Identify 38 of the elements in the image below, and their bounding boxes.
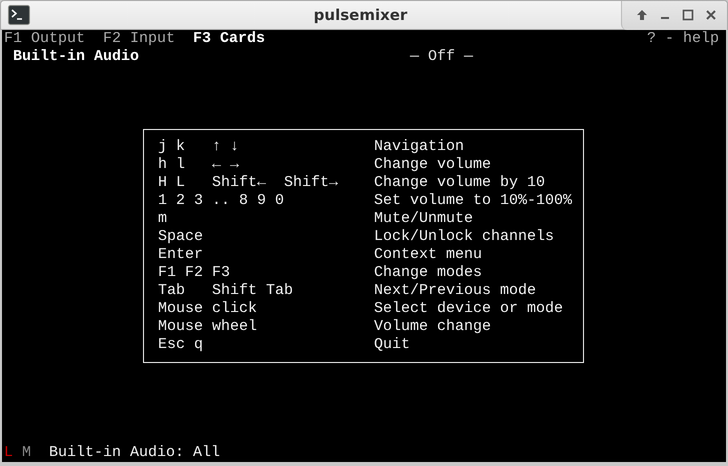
key-binding: Mouse click bbox=[158, 300, 258, 318]
window-title: pulsemixer bbox=[312, 6, 408, 24]
key-action: Lock/Unlock channels bbox=[374, 228, 556, 246]
key-action: Set volume to 10%-100% bbox=[374, 192, 572, 210]
maximize-icon[interactable] bbox=[682, 9, 694, 21]
key-binding: F1 F2 F3 bbox=[158, 264, 232, 282]
mode-tab[interactable]: F1 Output bbox=[4, 30, 86, 48]
key-binding: 1 2 3 .. 8 9 0 bbox=[158, 192, 286, 210]
key-action: Navigation bbox=[374, 138, 466, 156]
card-name[interactable]: Built-in Audio bbox=[4, 48, 140, 66]
key-binding: m bbox=[158, 210, 168, 228]
key-binding: Enter bbox=[158, 246, 204, 264]
card-profile: — Off — bbox=[410, 48, 474, 66]
key-binding: h l ← → bbox=[158, 156, 240, 174]
key-action: Volume change bbox=[374, 318, 492, 336]
key-action: Context menu bbox=[374, 246, 484, 264]
key-action: Select device or mode bbox=[374, 300, 564, 318]
key-binding: H L Shift← Shift→ bbox=[158, 174, 340, 192]
key-action: Change volume bbox=[374, 156, 492, 174]
key-binding: Esc q bbox=[158, 336, 204, 354]
terminal-icon bbox=[8, 5, 30, 25]
key-action: Change volume by 10 bbox=[374, 174, 546, 192]
key-action: Mute/Unmute bbox=[374, 210, 474, 228]
status-label: L bbox=[4, 444, 14, 462]
close-icon[interactable] bbox=[705, 9, 717, 21]
key-binding: Space bbox=[158, 228, 204, 246]
status-text: Built-in Audio: All bbox=[49, 444, 220, 462]
help-hint: ? - help bbox=[646, 30, 719, 48]
key-action: Change modes bbox=[374, 264, 484, 282]
key-action: Quit bbox=[374, 336, 412, 354]
up-arrow-icon[interactable] bbox=[636, 9, 648, 21]
key-binding: j k ↑ ↓ bbox=[158, 138, 240, 156]
mode-tab[interactable]: F3 Cards bbox=[193, 30, 266, 48]
key-binding: Tab Shift Tab bbox=[158, 282, 294, 300]
mode-tab[interactable]: F2 Input bbox=[103, 30, 176, 48]
key-action: Next/Previous mode bbox=[374, 282, 538, 300]
key-binding: Mouse wheel bbox=[158, 318, 258, 336]
status-label: M bbox=[22, 444, 32, 462]
